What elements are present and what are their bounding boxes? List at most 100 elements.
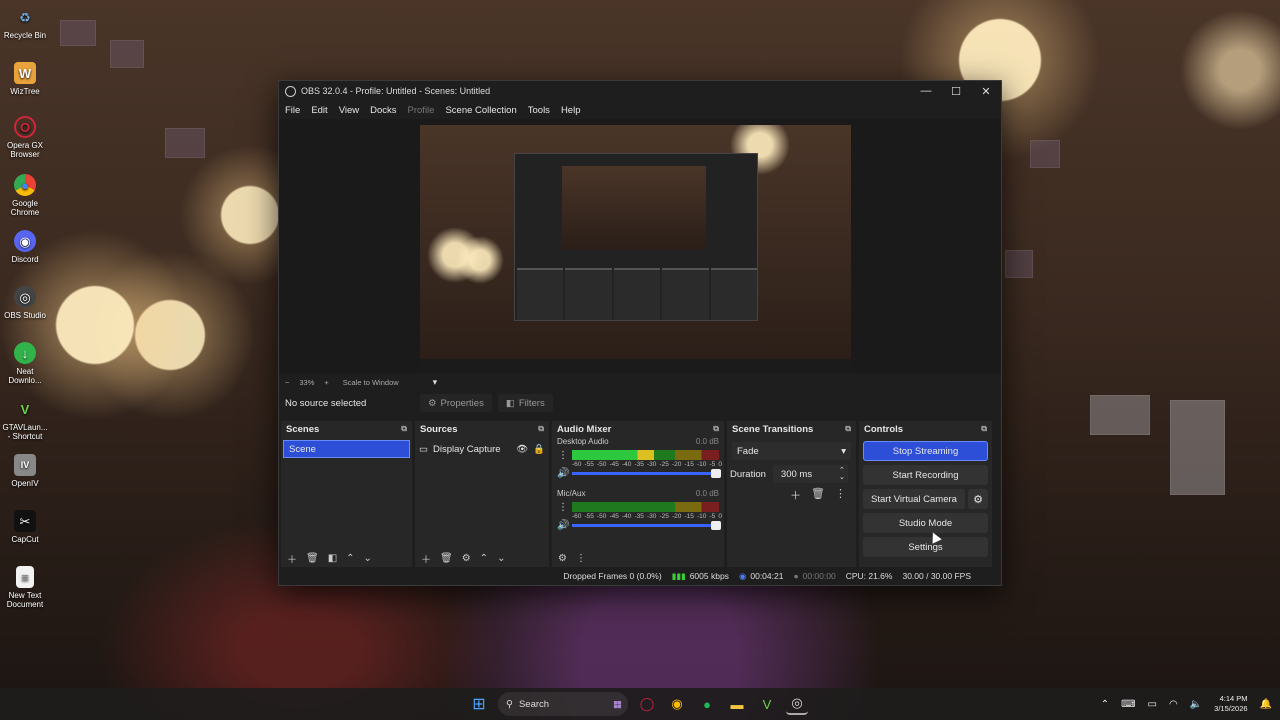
menu-help[interactable]: Help xyxy=(561,105,581,116)
desktop-icon-wiztree[interactable]: W WizTree xyxy=(2,62,48,96)
volume-slider-handle[interactable] xyxy=(711,521,721,530)
zoom-out-button[interactable]: − xyxy=(285,378,289,387)
chevron-up-icon[interactable]: ⌃ xyxy=(1101,699,1109,710)
display-icon[interactable]: ▭ xyxy=(1148,699,1157,710)
add-icon[interactable]: ＋ xyxy=(790,487,801,503)
mixer-footer: ⚙ ⋮ xyxy=(552,549,724,567)
nested-docks xyxy=(515,266,759,322)
undock-icon[interactable]: ⧉ xyxy=(845,424,851,434)
settings-button[interactable]: Settings xyxy=(863,537,988,557)
start-button[interactable]: ⊞ xyxy=(468,693,490,715)
transition-select[interactable]: Fade ▾ xyxy=(732,442,851,460)
desktop-icon-obs[interactable]: ◎ OBS Studio xyxy=(2,286,48,320)
desktop-icon-gtav-launcher[interactable]: V GTAVLaun... - Shortcut xyxy=(2,398,48,442)
program-preview[interactable] xyxy=(420,125,851,369)
file-explorer-taskbar-icon[interactable]: ▬ xyxy=(726,693,748,715)
chrome-icon: ● xyxy=(14,174,36,196)
desktop-icon-openiv[interactable]: IV OpenIV xyxy=(2,454,48,488)
properties-button[interactable]: ⚙ Properties xyxy=(420,394,492,412)
desktop-icon-new-text-document[interactable]: ≡ New Text Document xyxy=(2,566,48,609)
menu-profile[interactable]: Profile xyxy=(408,105,435,116)
desktop-icon-neat-download[interactable]: ↓ Neat Downlo... xyxy=(2,342,48,385)
advanced-audio-icon[interactable]: ⚙ xyxy=(558,553,567,564)
undock-icon[interactable]: ⧉ xyxy=(981,424,987,434)
undock-icon[interactable]: ⧉ xyxy=(713,424,719,434)
transitions-header: Scene Transitions ⧉ xyxy=(727,421,856,437)
scene-item[interactable]: Scene xyxy=(283,440,410,458)
move-up-icon[interactable]: ⌃ xyxy=(346,553,354,564)
channel-menu-icon[interactable]: ⋮ xyxy=(558,450,568,461)
move-up-icon[interactable]: ⌃ xyxy=(480,553,488,564)
undock-icon[interactable]: ⧉ xyxy=(538,424,544,434)
speaker-icon[interactable]: 🔊 xyxy=(557,468,569,479)
volume-meter xyxy=(572,450,719,460)
signal-icon: ▮▮▮ xyxy=(671,570,686,581)
volume-slider[interactable] xyxy=(572,521,721,530)
notification-icon[interactable]: 🔔 xyxy=(1260,699,1272,710)
scale-mode[interactable]: Scale to Window xyxy=(343,378,399,387)
filter-icon[interactable]: ◧ xyxy=(328,553,337,564)
spinner-icon[interactable]: ⌃ ⌄ xyxy=(839,467,845,481)
desktop-icon-label: Google Chrome xyxy=(10,199,40,217)
close-button[interactable]: ✕ xyxy=(971,85,1001,98)
desktop-icon-discord[interactable]: ◉ Discord xyxy=(2,230,48,264)
maximize-button[interactable]: ☐ xyxy=(941,85,971,98)
menu-docks[interactable]: Docks xyxy=(370,105,396,116)
keyboard-icon[interactable]: ⌨ xyxy=(1121,699,1135,710)
title-bar[interactable]: OBS 32.0.4 - Profile: Untitled - Scenes:… xyxy=(279,81,1001,101)
move-down-icon[interactable]: ⌄ xyxy=(364,553,372,564)
studio-mode-button[interactable]: Studio Mode xyxy=(863,513,988,533)
gear-icon[interactable]: ⚙ xyxy=(462,553,471,564)
mixer-channel-desktop: Desktop Audio 0.0 dB ⋮ -60 -55 -50 -45 -40 -3… xyxy=(552,437,724,489)
stop-streaming-button[interactable]: Stop Streaming xyxy=(863,441,988,461)
desktop-icon-chrome[interactable]: ● Google Chrome xyxy=(2,174,48,217)
chrome-taskbar-icon[interactable]: ◉ xyxy=(666,693,688,715)
more-icon[interactable]: ⋮ xyxy=(835,487,846,503)
channel-menu-icon[interactable]: ⋮ xyxy=(558,502,568,513)
opera-gx-icon: O xyxy=(14,116,36,138)
scale-dropdown-icon[interactable]: ▾ xyxy=(433,377,438,388)
obs-taskbar-icon[interactable]: ◎ xyxy=(786,693,808,715)
undock-icon[interactable]: ⧉ xyxy=(401,424,407,434)
desktop-icon-opera-gx[interactable]: O Opera GX Browser xyxy=(2,116,48,159)
speaker-icon[interactable]: 🔊 xyxy=(557,520,569,531)
menu-scene-collection[interactable]: Scene Collection xyxy=(445,105,516,116)
wifi-icon[interactable]: ◠ xyxy=(1169,699,1178,710)
gear-icon[interactable]: ⚙ xyxy=(968,489,988,509)
duration-input[interactable]: 300 ms ⌃ ⌄ xyxy=(772,465,848,483)
trash-icon[interactable]: 🗑 xyxy=(440,553,453,564)
filters-button[interactable]: ◧ Filters xyxy=(497,394,553,412)
minimize-button[interactable]: — xyxy=(911,85,941,97)
volume-icon[interactable]: 🔈 xyxy=(1190,699,1202,710)
status-bar: Dropped Frames 0 (0.0%) ▮▮▮ 6005 kbps ◉ … xyxy=(279,567,1001,585)
volume-slider[interactable] xyxy=(572,469,721,478)
desktop-icon-recycle-bin[interactable]: ♻ Recycle Bin xyxy=(2,6,48,41)
eye-icon[interactable]: 👁 xyxy=(516,444,528,455)
opera-gx-taskbar-icon[interactable]: ◯ xyxy=(636,693,658,715)
mixer-menu-icon[interactable]: ⋮ xyxy=(576,553,586,564)
volume-slider-handle[interactable] xyxy=(711,469,721,478)
preview-area[interactable] xyxy=(279,119,1001,373)
move-down-icon[interactable]: ⌄ xyxy=(497,553,505,564)
lock-icon[interactable]: 🔒 xyxy=(533,444,545,455)
zoom-level: 33% xyxy=(299,377,315,387)
menu-file[interactable]: File xyxy=(285,105,300,116)
gtav-taskbar-icon[interactable]: V xyxy=(756,693,778,715)
zoom-in-button[interactable]: + xyxy=(324,378,328,387)
add-icon[interactable]: ＋ xyxy=(287,551,297,566)
trash-icon[interactable]: 🗑 xyxy=(811,487,825,503)
start-recording-button[interactable]: Start Recording xyxy=(863,465,988,485)
desktop-icon-label: New Text Document xyxy=(6,591,44,609)
menu-tools[interactable]: Tools xyxy=(528,105,550,116)
menu-edit[interactable]: Edit xyxy=(311,105,327,116)
search-box[interactable]: ⚲ Search ▦ xyxy=(498,692,628,716)
clock[interactable]: 4:14 PM 3/15/2026 xyxy=(1214,694,1247,714)
start-virtual-camera-button[interactable]: Start Virtual Camera xyxy=(863,489,965,509)
menu-view[interactable]: View xyxy=(339,105,359,116)
add-icon[interactable]: ＋ xyxy=(421,551,431,566)
taskbar: ⊞ ⚲ Search ▦ ◯ ◉ ● ▬ V ◎ ⌃ ⌨ ▭ ◠ 🔈 4:14 … xyxy=(0,688,1280,720)
trash-icon[interactable]: 🗑 xyxy=(306,553,319,564)
source-item[interactable]: ▭ Display Capture 👁 🔒 xyxy=(419,440,545,458)
desktop-icon-capcut[interactable]: ✂ CapCut xyxy=(2,510,48,544)
spotify-taskbar-icon[interactable]: ● xyxy=(696,693,718,715)
